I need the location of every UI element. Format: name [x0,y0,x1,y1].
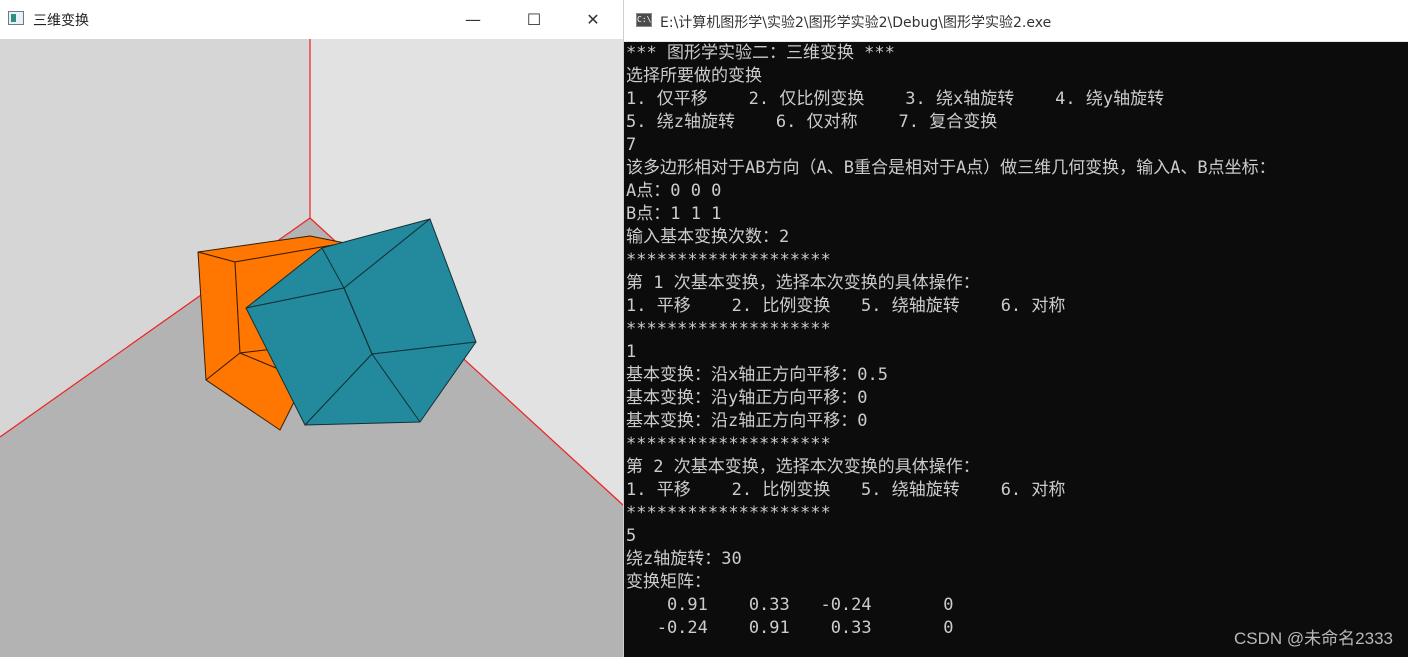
console-line: 1 [626,342,637,362]
opengl-titlebar[interactable]: 三维变换 — ☐ ✕ [0,0,623,39]
window-title: 三维变换 [33,13,89,29]
console-titlebar[interactable]: C:\ E:\计算机图形学\实验2\图形学实验2\Debug\图形学实验2.ex… [624,0,1408,42]
watermark: CSDN @未命名2333 [1234,629,1393,648]
minimize-button[interactable]: — [450,0,496,39]
maximize-button[interactable]: ☐ [511,0,557,39]
opengl-canvas[interactable] [0,39,623,657]
maximize-icon: ☐ [526,10,542,29]
console-line: ******************** [626,250,831,270]
console-line: ******************** [626,434,831,454]
opengl-window: 三维变换 — ☐ ✕ [0,0,624,657]
minimize-icon: — [465,10,481,29]
console-line: 1. 仅平移 2. 仅比例变换 3. 绕x轴旋转 4. 绕y轴旋转 [626,89,1165,109]
console-line: *** 图形学实验二：三维变换 *** [626,43,895,63]
console-line: 基本变换：沿x轴正方向平移：0.5 [626,365,888,385]
console-line: 1. 平移 2. 比例变换 5. 绕轴旋转 6. 对称 [626,480,1066,500]
console-line: B点：1 1 1 [626,204,722,224]
console-line: 第 1 次基本变换，选择本次变换的具体操作： [626,273,980,293]
console-line: 绕z轴旋转：30 [626,549,742,569]
console-app-icon: C:\ [636,13,652,27]
console-line: 变换矩阵： [626,572,711,592]
console-line: 基本变换：沿z轴正方向平移：0 [626,411,868,431]
console-line: ******************** [626,319,831,339]
console-title: E:\计算机图形学\实验2\图形学实验2\Debug\图形学实验2.exe [660,15,1052,31]
console-line: 基本变换：沿y轴正方向平移：0 [626,388,868,408]
console-line: 该多边形相对于AB方向（A、B重合是相对于A点）做三维几何变换，输入A、B点坐标… [626,158,1276,178]
console-line: 第 2 次基本变换，选择本次变换的具体操作： [626,457,980,477]
console-line: A点：0 0 0 [626,181,722,201]
console-window: C:\ E:\计算机图形学\实验2\图形学实验2\Debug\图形学实验2.ex… [624,0,1408,657]
console-line: 输入基本变换次数：2 [626,227,790,247]
console-line: 选择所要做的变换 [626,66,762,86]
app-icon [8,11,24,25]
close-button[interactable]: ✕ [570,0,616,39]
console-line: 5. 绕z轴旋转 6. 仅对称 7. 复合变换 [626,112,998,132]
console-line: 7 [626,135,637,155]
console-line: 1. 平移 2. 比例变换 5. 绕轴旋转 6. 对称 [626,296,1066,316]
console-line: ******************** [626,503,831,523]
console-output[interactable]: *** 图形学实验二：三维变换 *** 选择所要做的变换 1. 仅平移 2. 仅… [624,42,1408,657]
console-line: 0.91 0.33 -0.24 0 [626,595,954,615]
close-icon: ✕ [586,10,600,29]
console-line: 5 [626,526,637,546]
